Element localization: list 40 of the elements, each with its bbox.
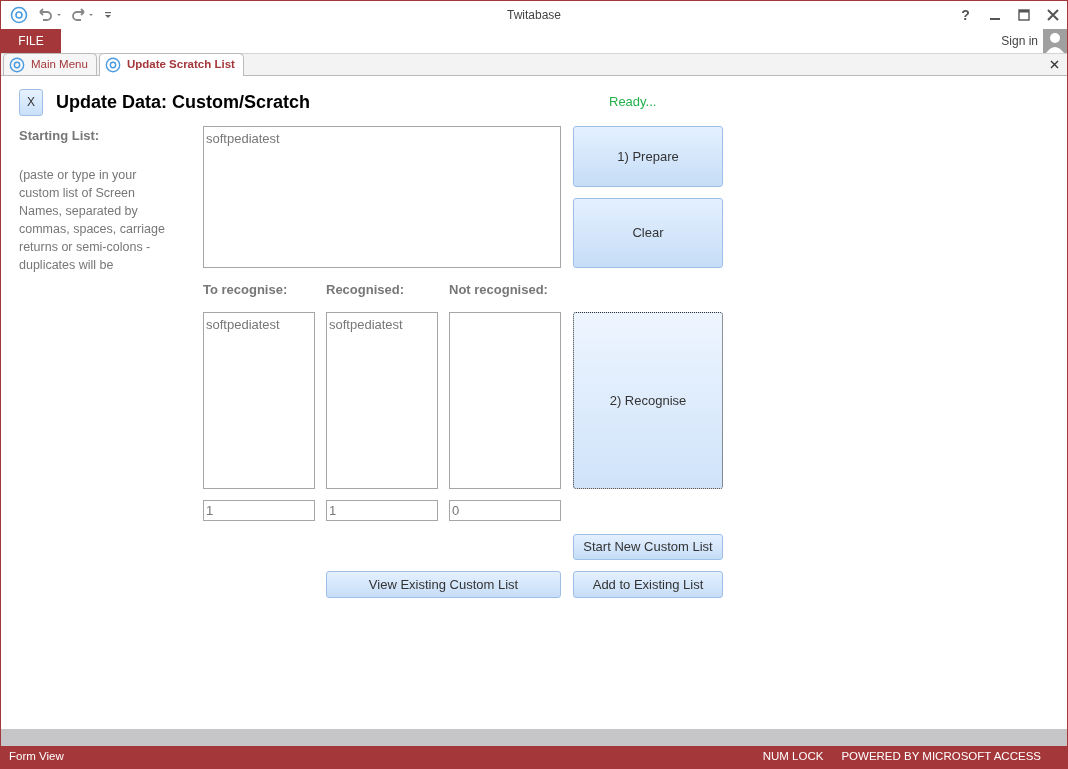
app-icon[interactable] <box>10 6 28 24</box>
maximize-icon <box>1017 9 1030 21</box>
app-icon <box>9 56 25 73</box>
list-label: To recognise: <box>203 281 289 300</box>
close-tab-icon[interactable] <box>1050 60 1059 69</box>
list-field[interactable]: softpediatest <box>203 312 315 489</box>
file-tab[interactable]: FILE <box>1 29 61 53</box>
count-field[interactable]: 1 <box>203 500 315 521</box>
close-form-button[interactable]: X <box>19 88 43 116</box>
count-field[interactable]: 0 <box>449 500 561 521</box>
redo-icon[interactable] <box>70 8 96 22</box>
recognise-button[interactable]: 2) Recognise <box>573 312 723 489</box>
list-label: Recognised: <box>326 281 405 300</box>
count-field[interactable]: 1 <box>326 500 438 521</box>
field-label: Starting List: <box>19 127 101 145</box>
prepare-button[interactable]: 1) Prepare <box>573 126 723 187</box>
help-button[interactable]: ? <box>951 1 980 29</box>
list-field[interactable]: softpediatest <box>326 312 438 489</box>
view-existing-list-button[interactable]: View Existing Custom List <box>326 571 561 598</box>
document-tab[interactable]: Update Scratch List <box>98 53 244 76</box>
undo-icon[interactable] <box>36 8 62 22</box>
form-title: Update Data: Custom/Scratch <box>56 90 312 114</box>
close-icon <box>1046 9 1059 21</box>
sign-in-link[interactable]: Sign in <box>1001 32 1038 50</box>
list-field[interactable] <box>449 312 561 489</box>
starting-list-field[interactable]: softpediatest <box>203 126 561 268</box>
instructions-text: (paste or type in your custom list of Screen Names, separated by commas, spaces, carriage returns or semi-colons - duplicates will be <box>19 166 166 274</box>
add-to-list-button[interactable]: Add to Existing List <box>573 571 723 598</box>
minimize-icon <box>989 18 1000 20</box>
start-new-list-button[interactable]: Start New Custom List <box>573 534 723 560</box>
powered-by-text: POWERED BY MICROSOFT ACCESS <box>841 749 1041 765</box>
document-tab[interactable]: Main Menu <box>3 53 97 75</box>
clear-button[interactable]: Clear <box>573 198 723 268</box>
app-icon <box>104 57 121 73</box>
view-status: Form View <box>9 749 64 765</box>
window-title: Twitabase <box>507 7 561 24</box>
status-text: Ready... <box>609 93 657 112</box>
list-label: Not recognised: <box>449 281 549 300</box>
num-lock-status: NUM LOCK <box>762 749 824 765</box>
customize-icon[interactable] <box>104 11 112 19</box>
